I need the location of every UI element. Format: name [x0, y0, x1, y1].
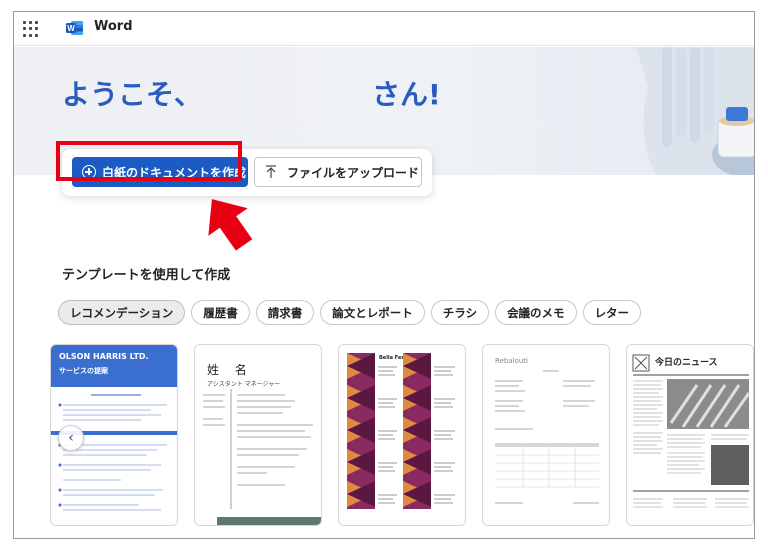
- template-card-invoice[interactable]: Rebalouti: [482, 344, 610, 526]
- annotation-highlight-box: [56, 141, 242, 181]
- template-thumbnail-body: [203, 389, 313, 509]
- upload-icon: [266, 165, 276, 178]
- upload-file-label: ファイルをアップロード: [287, 165, 420, 180]
- template-thumbnail-body: [347, 353, 455, 509]
- template-filter-chips: レコメンデーション 履歴書 請求書 論文とレポート チラシ 会議のメモ レター: [58, 300, 642, 325]
- app-launcher-icon[interactable]: [23, 21, 39, 37]
- templates-section-title: テンプレートを使用して作成: [62, 268, 231, 283]
- hero-illustration: [596, 47, 754, 175]
- template-thumbnail-title: Rebalouti: [495, 357, 528, 365]
- carousel-previous-button[interactable]: ‹: [58, 425, 84, 451]
- template-card-business-cards[interactable]: Bella Fernand: [338, 344, 466, 526]
- filter-chip-papers-reports[interactable]: 論文とレポート: [320, 300, 425, 325]
- template-thumbnail-body: [632, 354, 751, 508]
- filter-chip-flyers[interactable]: チラシ: [430, 300, 490, 325]
- word-start-page: W Word ようこそ、 さん! 白紙のドキュメントを作成 ファイルをアップロー…: [13, 11, 755, 539]
- filter-chip-invoice[interactable]: 請求書: [255, 300, 315, 325]
- template-thumbnail-body: [495, 370, 599, 504]
- template-thumbnail-title: 姓 名: [207, 363, 253, 377]
- word-logo-icon[interactable]: W: [66, 20, 84, 36]
- template-thumbnail-subtitle: サービスの提案: [59, 367, 108, 375]
- svg-text:W: W: [67, 24, 75, 33]
- filter-chip-letters[interactable]: レター: [582, 300, 642, 325]
- template-thumbnail-subtitle: アシスタント マネージャー: [207, 381, 281, 388]
- top-bar: W Word: [14, 12, 754, 46]
- template-thumbnail-body: [51, 394, 177, 511]
- template-card-resume[interactable]: 姓 名 アシスタント マネージャー: [194, 344, 322, 526]
- filter-chip-recommendations[interactable]: レコメンデーション: [58, 300, 186, 325]
- template-gallery: OLSON HARRIS LTD. サービスの提案 姓 名 アシスタント マネー…: [50, 344, 754, 528]
- upload-file-button[interactable]: ファイルをアップロード: [254, 157, 422, 187]
- app-title[interactable]: Word: [94, 19, 133, 34]
- welcome-greeting-suffix: さん!: [372, 78, 441, 111]
- welcome-greeting: ようこそ、: [62, 78, 203, 111]
- annotation-arrow-icon: [208, 199, 253, 251]
- template-thumbnail-header: OLSON HARRIS LTD. サービスの提案: [51, 345, 177, 387]
- template-thumbnail-title: OLSON HARRIS LTD.: [59, 352, 149, 361]
- filter-chip-meeting-notes[interactable]: 会議のメモ: [495, 300, 577, 325]
- filter-chip-resume[interactable]: 履歴書: [191, 300, 250, 325]
- template-thumbnail-footer: [217, 517, 321, 525]
- template-card-newsletter[interactable]: 今日のニュース: [626, 344, 754, 526]
- chevron-left-icon: ‹: [68, 430, 74, 446]
